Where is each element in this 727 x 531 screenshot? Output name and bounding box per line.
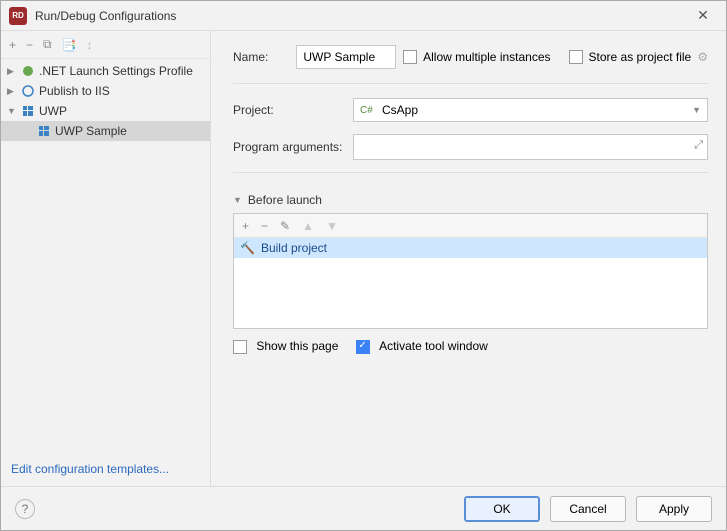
dialog-body: + − ⧉ 📑 ↕ ▶ .NET Launch Settings Profile… xyxy=(1,31,726,486)
chevron-down-icon: ▼ xyxy=(233,195,242,205)
gear-icon[interactable]: ⚙ xyxy=(697,50,708,64)
bl-edit-button[interactable]: ✎ xyxy=(280,219,290,233)
globe-icon xyxy=(21,84,35,98)
edit-templates-link[interactable]: Edit configuration templates... xyxy=(1,452,210,486)
footer: ? OK Cancel Apply xyxy=(1,486,726,530)
tree-item-uwp-sample[interactable]: UWP Sample xyxy=(1,121,210,141)
apply-button[interactable]: Apply xyxy=(636,496,712,522)
csharp-icon: C# xyxy=(360,105,376,116)
args-label: Program arguments: xyxy=(233,140,353,154)
config-tree: ▶ .NET Launch Settings Profile ▶ Publish… xyxy=(1,59,210,452)
before-launch-options: Show this page Activate tool window xyxy=(233,339,708,354)
bl-up-button[interactable]: ▲ xyxy=(302,219,314,233)
tree-item-publish-iis[interactable]: ▶ Publish to IIS xyxy=(1,81,210,101)
before-launch-header[interactable]: ▼ Before launch xyxy=(233,193,708,207)
tree-label: Publish to IIS xyxy=(39,84,110,98)
net-icon xyxy=(21,64,35,78)
bl-down-button[interactable]: ▼ xyxy=(326,219,338,233)
chevron-down-icon: ▼ xyxy=(7,106,17,116)
project-label: Project: xyxy=(233,103,353,117)
windows-icon xyxy=(37,124,51,138)
name-input[interactable] xyxy=(296,45,396,69)
divider xyxy=(233,172,708,173)
before-launch-label: Before launch xyxy=(248,193,322,207)
before-launch-item[interactable]: 🔨 Build project xyxy=(234,238,707,258)
before-launch-box: + − ✎ ▲ ▼ 🔨 Build project xyxy=(233,213,708,329)
main-panel: Name: Allow multiple instances Store as … xyxy=(211,31,726,486)
tree-item-net-launch[interactable]: ▶ .NET Launch Settings Profile xyxy=(1,61,210,81)
close-button[interactable]: ✕ xyxy=(688,7,718,24)
expand-icon[interactable]: ⤢ xyxy=(694,139,703,152)
tree-label: .NET Launch Settings Profile xyxy=(39,64,193,78)
add-config-button[interactable]: + xyxy=(9,38,16,52)
app-icon: RD xyxy=(9,7,27,25)
windows-icon xyxy=(21,104,35,118)
tree-label: UWP xyxy=(39,104,67,118)
allow-multiple-checkbox[interactable] xyxy=(403,50,417,64)
project-row: Project: C# CsApp ▼ xyxy=(233,98,708,122)
bl-item-label: Build project xyxy=(261,241,327,255)
cancel-button[interactable]: Cancel xyxy=(550,496,626,522)
project-value: CsApp xyxy=(382,103,692,117)
allow-multiple-label: Allow multiple instances xyxy=(423,50,550,64)
args-input[interactable]: ⤢ xyxy=(353,134,708,160)
save-config-button[interactable]: 📑 xyxy=(62,38,77,52)
titlebar: RD Run/Debug Configurations ✕ xyxy=(1,1,726,31)
project-combo[interactable]: C# CsApp ▼ xyxy=(353,98,708,122)
bl-remove-button[interactable]: − xyxy=(261,219,268,233)
sidebar: + − ⧉ 📑 ↕ ▶ .NET Launch Settings Profile… xyxy=(1,31,211,486)
show-this-page-label: Show this page xyxy=(256,339,338,353)
chevron-down-icon: ▼ xyxy=(692,105,701,115)
name-label: Name: xyxy=(233,50,268,64)
store-project-label: Store as project file xyxy=(589,50,692,64)
divider xyxy=(233,83,708,84)
chevron-right-icon: ▶ xyxy=(7,86,17,97)
args-row: Program arguments: ⤢ xyxy=(233,134,708,160)
before-launch-list: 🔨 Build project xyxy=(234,238,707,328)
sidebar-toolbar: + − ⧉ 📑 ↕ xyxy=(1,31,210,59)
tree-item-uwp[interactable]: ▼ UWP xyxy=(1,101,210,121)
activate-tool-window-label: Activate tool window xyxy=(379,339,488,353)
activate-tool-window-checkbox[interactable] xyxy=(356,340,370,354)
show-this-page-checkbox[interactable] xyxy=(233,340,247,354)
tree-label: UWP Sample xyxy=(55,124,127,138)
name-row: Name: Allow multiple instances Store as … xyxy=(233,45,708,69)
help-button[interactable]: ? xyxy=(15,499,35,519)
hammer-icon: 🔨 xyxy=(240,241,255,255)
ok-button[interactable]: OK xyxy=(464,496,540,522)
window-title: Run/Debug Configurations xyxy=(35,9,688,23)
chevron-right-icon: ▶ xyxy=(7,66,17,77)
sort-config-button[interactable]: ↕ xyxy=(87,38,93,52)
before-launch-toolbar: + − ✎ ▲ ▼ xyxy=(234,214,707,238)
bl-add-button[interactable]: + xyxy=(242,219,249,233)
store-project-checkbox[interactable] xyxy=(569,50,583,64)
remove-config-button[interactable]: − xyxy=(26,38,33,52)
copy-config-button[interactable]: ⧉ xyxy=(43,37,52,52)
